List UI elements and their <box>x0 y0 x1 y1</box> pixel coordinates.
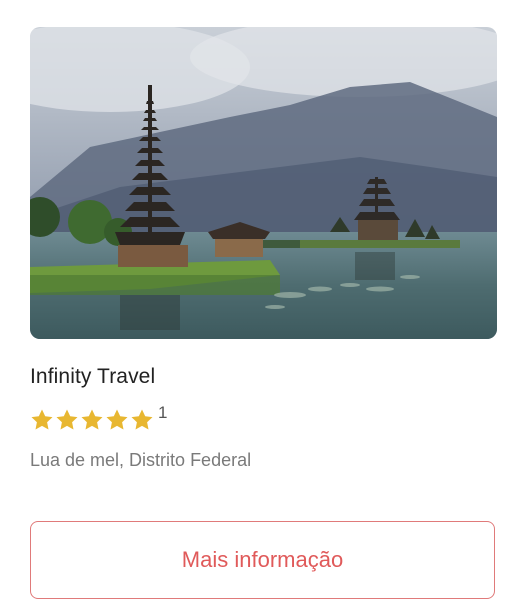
location-subtitle: Lua de mel, Distrito Federal <box>30 450 252 470</box>
star-icon <box>56 409 78 430</box>
card-title[interactable]: Infinity Travel <box>30 365 155 389</box>
more-info-button[interactable]: Mais informação <box>30 521 495 599</box>
star-icon <box>81 409 103 430</box>
star-icon <box>106 409 128 430</box>
rating: 1 <box>30 403 168 435</box>
star-rating <box>30 408 154 432</box>
star-icon <box>131 409 153 430</box>
star-icon <box>31 409 53 430</box>
destination-photo[interactable] <box>30 27 497 339</box>
review-count: 1 <box>158 403 168 422</box>
